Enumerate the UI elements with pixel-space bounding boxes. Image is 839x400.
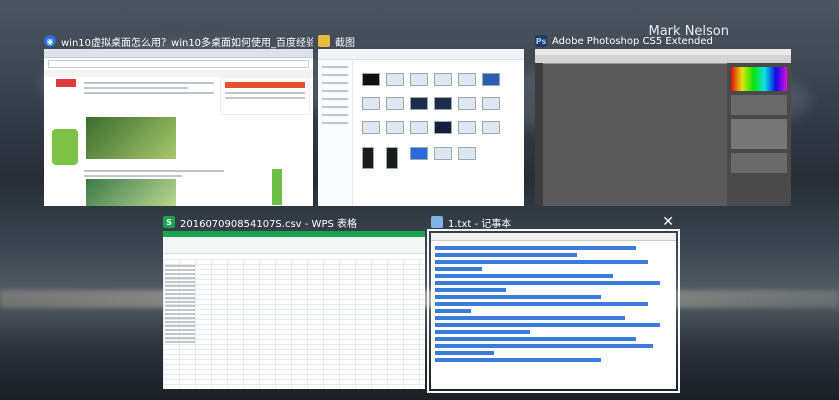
window-explorer[interactable]: 截图 [318, 33, 524, 206]
wps-spreadsheet-icon: S [163, 216, 175, 228]
window-caption: ◉ win10虚拟桌面怎么用？win10多桌面如何使用_百度经验 - 世界之窗浏… [44, 33, 313, 49]
window-photoshop[interactable]: Ps Adobe Photoshop CS5 Extended [535, 33, 791, 206]
window-thumbnail [318, 49, 524, 206]
window-thumbnail [44, 49, 313, 206]
window-caption: Ps Adobe Photoshop CS5 Extended [535, 33, 791, 49]
window-caption: 1.txt - 记事本 [431, 214, 676, 230]
window-wps-spreadsheet[interactable]: S 201607090854107S.csv - WPS 表格 [163, 214, 425, 389]
browser-globe-icon: ◉ [44, 35, 56, 47]
window-thumbnail [163, 231, 425, 389]
window-title: 1.txt - 记事本 [448, 218, 512, 230]
window-notepad[interactable]: 1.txt - 记事本 ✕ [427, 214, 680, 393]
window-thumbnail [427, 229, 680, 393]
window-caption: S 201607090854107S.csv - WPS 表格 [163, 214, 425, 230]
notepad-icon [431, 216, 443, 228]
window-title: win10虚拟桌面怎么用？win10多桌面如何使用_百度经验 - 世界之窗浏..… [61, 37, 313, 49]
window-title: 截图 [335, 37, 355, 49]
window-title: Adobe Photoshop CS5 Extended [552, 35, 713, 47]
window-thumbnail [535, 49, 791, 206]
window-browser[interactable]: ◉ win10虚拟桌面怎么用？win10多桌面如何使用_百度经验 - 世界之窗浏… [44, 33, 313, 206]
folder-icon [318, 35, 330, 47]
window-caption: 截图 [318, 33, 524, 49]
photoshop-icon: Ps [535, 35, 547, 47]
close-icon[interactable]: ✕ [662, 215, 674, 229]
window-title: 201607090854107S.csv - WPS 表格 [180, 218, 357, 230]
